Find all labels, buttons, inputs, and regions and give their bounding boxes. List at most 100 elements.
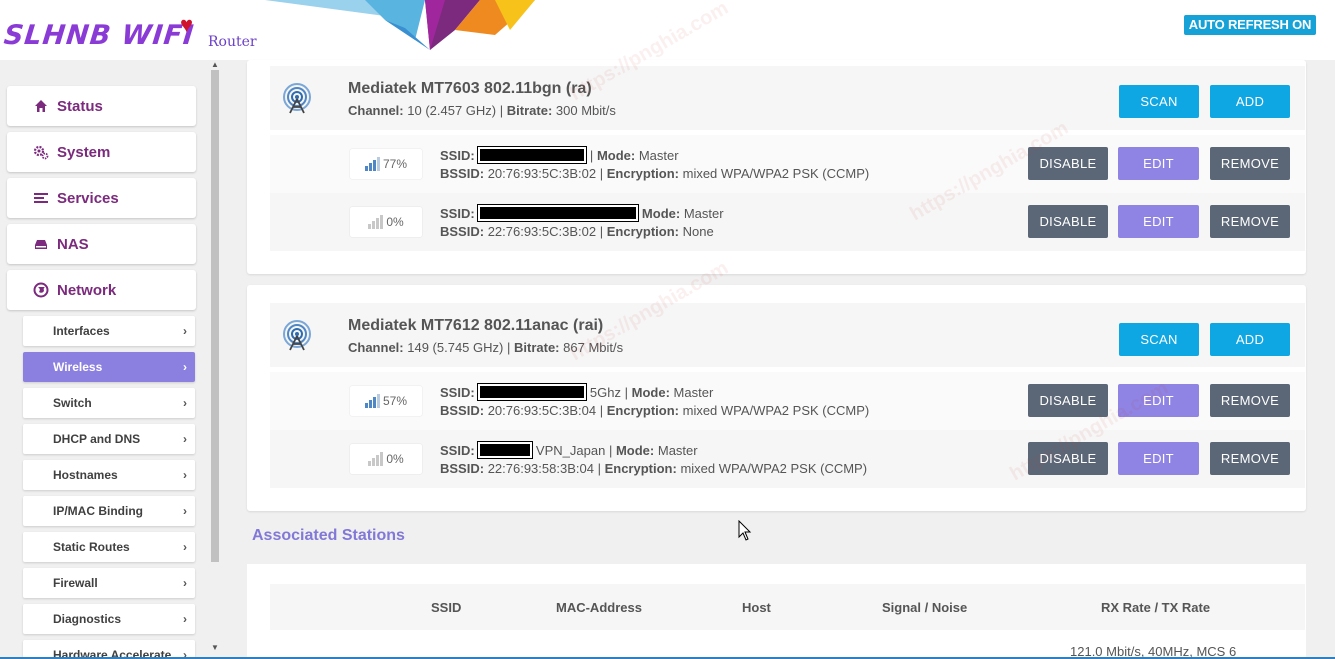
- nav-network[interactable]: Network: [7, 270, 196, 310]
- add-button[interactable]: ADD: [1210, 323, 1290, 356]
- redacted-ssid: [477, 146, 588, 164]
- chevron-right-icon: ›: [183, 576, 187, 590]
- scan-button[interactable]: SCAN: [1119, 85, 1199, 118]
- auto-refresh-toggle[interactable]: AUTO REFRESH ON: [1184, 15, 1316, 35]
- redacted-ssid: [477, 204, 640, 222]
- encryption-label: Encryption:: [604, 461, 677, 476]
- signal-strength-icon: [368, 215, 384, 229]
- sidebar-item-ip-mac-binding[interactable]: IP/MAC Binding ›: [23, 496, 195, 526]
- chevron-right-icon: ›: [183, 504, 187, 518]
- radio-info: Channel: 10 (2.457 GHz) | Bitrate: 300 M…: [348, 103, 616, 118]
- radio-name: Mediatek MT7612 802.11anac (rai): [348, 317, 604, 334]
- sidebar-item-firewall[interactable]: Firewall ›: [23, 568, 195, 598]
- home-icon: [35, 100, 47, 112]
- wifi-antenna-icon: [283, 83, 311, 114]
- sidebar-item-interfaces[interactable]: Interfaces ›: [23, 316, 195, 346]
- scan-button[interactable]: SCAN: [1119, 323, 1199, 356]
- mode-label: Mode:: [631, 385, 670, 400]
- remove-button[interactable]: REMOVE: [1210, 384, 1290, 417]
- nav-services[interactable]: Services: [7, 178, 196, 218]
- radio-panel-mt7612: Mediatek MT7612 802.11anac (rai) Channel…: [247, 285, 1306, 511]
- mode-value: Master: [638, 148, 679, 163]
- encryption-value: mixed WPA/WPA2 PSK (CCMP): [680, 461, 868, 476]
- add-button[interactable]: ADD: [1210, 85, 1290, 118]
- network-row: 0% SSID: VPN_Japan | Mode: Master BSSID:…: [270, 430, 1305, 488]
- bssid-value: 20:76:93:5C:3B:04: [487, 403, 597, 418]
- nav-label: Status: [57, 97, 103, 115]
- scroll-up-arrow-icon[interactable]: ▲: [211, 60, 219, 69]
- scrollbar-thumb[interactable]: [211, 70, 219, 562]
- nav-system[interactable]: System: [7, 132, 196, 172]
- ssid-label: SSID:: [440, 148, 475, 163]
- disable-button[interactable]: DISABLE: [1028, 384, 1108, 417]
- banner-art: [265, 0, 535, 50]
- mode-value: Master: [673, 385, 714, 400]
- sidebar-item-label: Firewall: [53, 576, 98, 590]
- sidebar-item-dhcp-dns[interactable]: DHCP and DNS ›: [23, 424, 195, 454]
- signal-value: 0%: [386, 452, 404, 466]
- channel-label: Channel:: [348, 103, 404, 118]
- nav-label: Services: [57, 189, 119, 207]
- mode-value: Master: [683, 206, 724, 221]
- chevron-right-icon: ›: [183, 432, 187, 446]
- ssid-label: SSID:: [440, 206, 475, 221]
- radio-info: Channel: 149 (5.745 GHz) | Bitrate: 867 …: [348, 340, 623, 355]
- scroll-down-arrow-icon[interactable]: ▼: [211, 643, 219, 652]
- sidebar-item-switch[interactable]: Switch ›: [23, 388, 195, 418]
- channel-value: 10 (2.457 GHz): [407, 103, 497, 118]
- chevron-right-icon: ›: [183, 360, 187, 374]
- ssid-line: SSID: 5Ghz | Mode: Master: [440, 383, 714, 401]
- stations-panel: SSID MAC-Address Host Signal / Noise RX …: [247, 564, 1306, 659]
- sidebar-scrollbar[interactable]: ▲ ▼: [208, 60, 222, 659]
- ssid-suffix: 5Ghz: [589, 385, 621, 400]
- edit-button[interactable]: EDIT: [1118, 147, 1199, 180]
- chevron-right-icon: ›: [183, 540, 187, 554]
- sidebar-item-label: Diagnostics: [53, 612, 122, 626]
- column-header-mac: MAC-Address: [556, 600, 642, 615]
- bitrate-label: Bitrate:: [506, 103, 553, 118]
- signal-badge: 57%: [350, 386, 422, 416]
- encryption-value: mixed WPA/WPA2 PSK (CCMP): [682, 166, 870, 181]
- radio-panel-mt7603: Mediatek MT7603 802.11bgn (ra) Channel: …: [247, 60, 1306, 274]
- mode-value: Master: [657, 443, 698, 458]
- signal-strength-icon: [364, 394, 380, 408]
- logo-subtitle: Router: [208, 34, 257, 50]
- nav-nas[interactable]: NAS: [7, 224, 196, 264]
- gears-icon: [33, 145, 49, 160]
- separator: |: [599, 166, 604, 181]
- column-header-rx-tx-rate: RX Rate / TX Rate: [1101, 600, 1211, 615]
- sidebar-item-hostnames[interactable]: Hostnames ›: [23, 460, 195, 490]
- edit-button[interactable]: EDIT: [1118, 384, 1199, 417]
- sidebar-item-diagnostics[interactable]: Diagnostics ›: [23, 604, 195, 634]
- disable-button[interactable]: DISABLE: [1028, 442, 1108, 475]
- bssid-label: BSSID:: [440, 224, 485, 239]
- remove-button[interactable]: REMOVE: [1210, 205, 1290, 238]
- disable-button[interactable]: DISABLE: [1028, 147, 1108, 180]
- sidebar-item-static-routes[interactable]: Static Routes ›: [23, 532, 195, 562]
- channel-label: Channel:: [348, 340, 404, 355]
- signal-badge: 0%: [350, 207, 422, 237]
- bssid-value: 22:76:93:58:3B:04: [487, 461, 594, 476]
- edit-button[interactable]: EDIT: [1118, 442, 1199, 475]
- bssid-value: 20:76:93:5C:3B:02: [487, 166, 597, 181]
- network-row: 0% SSID: Mode: Master BSSID: 22:76:93:5C…: [270, 193, 1305, 251]
- ssid-line: SSID: Mode: Master: [440, 204, 724, 222]
- sidebar: Status System Services NAS Network Inter…: [0, 60, 208, 659]
- separator: |: [599, 403, 604, 418]
- edit-button[interactable]: EDIT: [1118, 205, 1199, 238]
- ssid-label: SSID:: [440, 385, 475, 400]
- sidebar-item-wireless[interactable]: Wireless ›: [23, 352, 195, 382]
- nav-label: Network: [57, 281, 117, 299]
- remove-button[interactable]: REMOVE: [1210, 147, 1290, 180]
- remove-button[interactable]: REMOVE: [1210, 442, 1290, 475]
- separator: |: [608, 443, 613, 458]
- separator: |: [624, 385, 629, 400]
- bssid-value: 22:76:93:5C:3B:02: [487, 224, 597, 239]
- logo[interactable]: SLHNB WIFI: [2, 20, 195, 51]
- disable-button[interactable]: DISABLE: [1028, 205, 1108, 238]
- nav-status[interactable]: Status: [7, 86, 196, 126]
- mode-label: Mode:: [596, 148, 636, 163]
- network-row: 57% SSID: 5Ghz | Mode: Master BSSID: 20:…: [270, 372, 1305, 430]
- separator: |: [499, 103, 504, 118]
- signal-value: 0%: [386, 215, 404, 229]
